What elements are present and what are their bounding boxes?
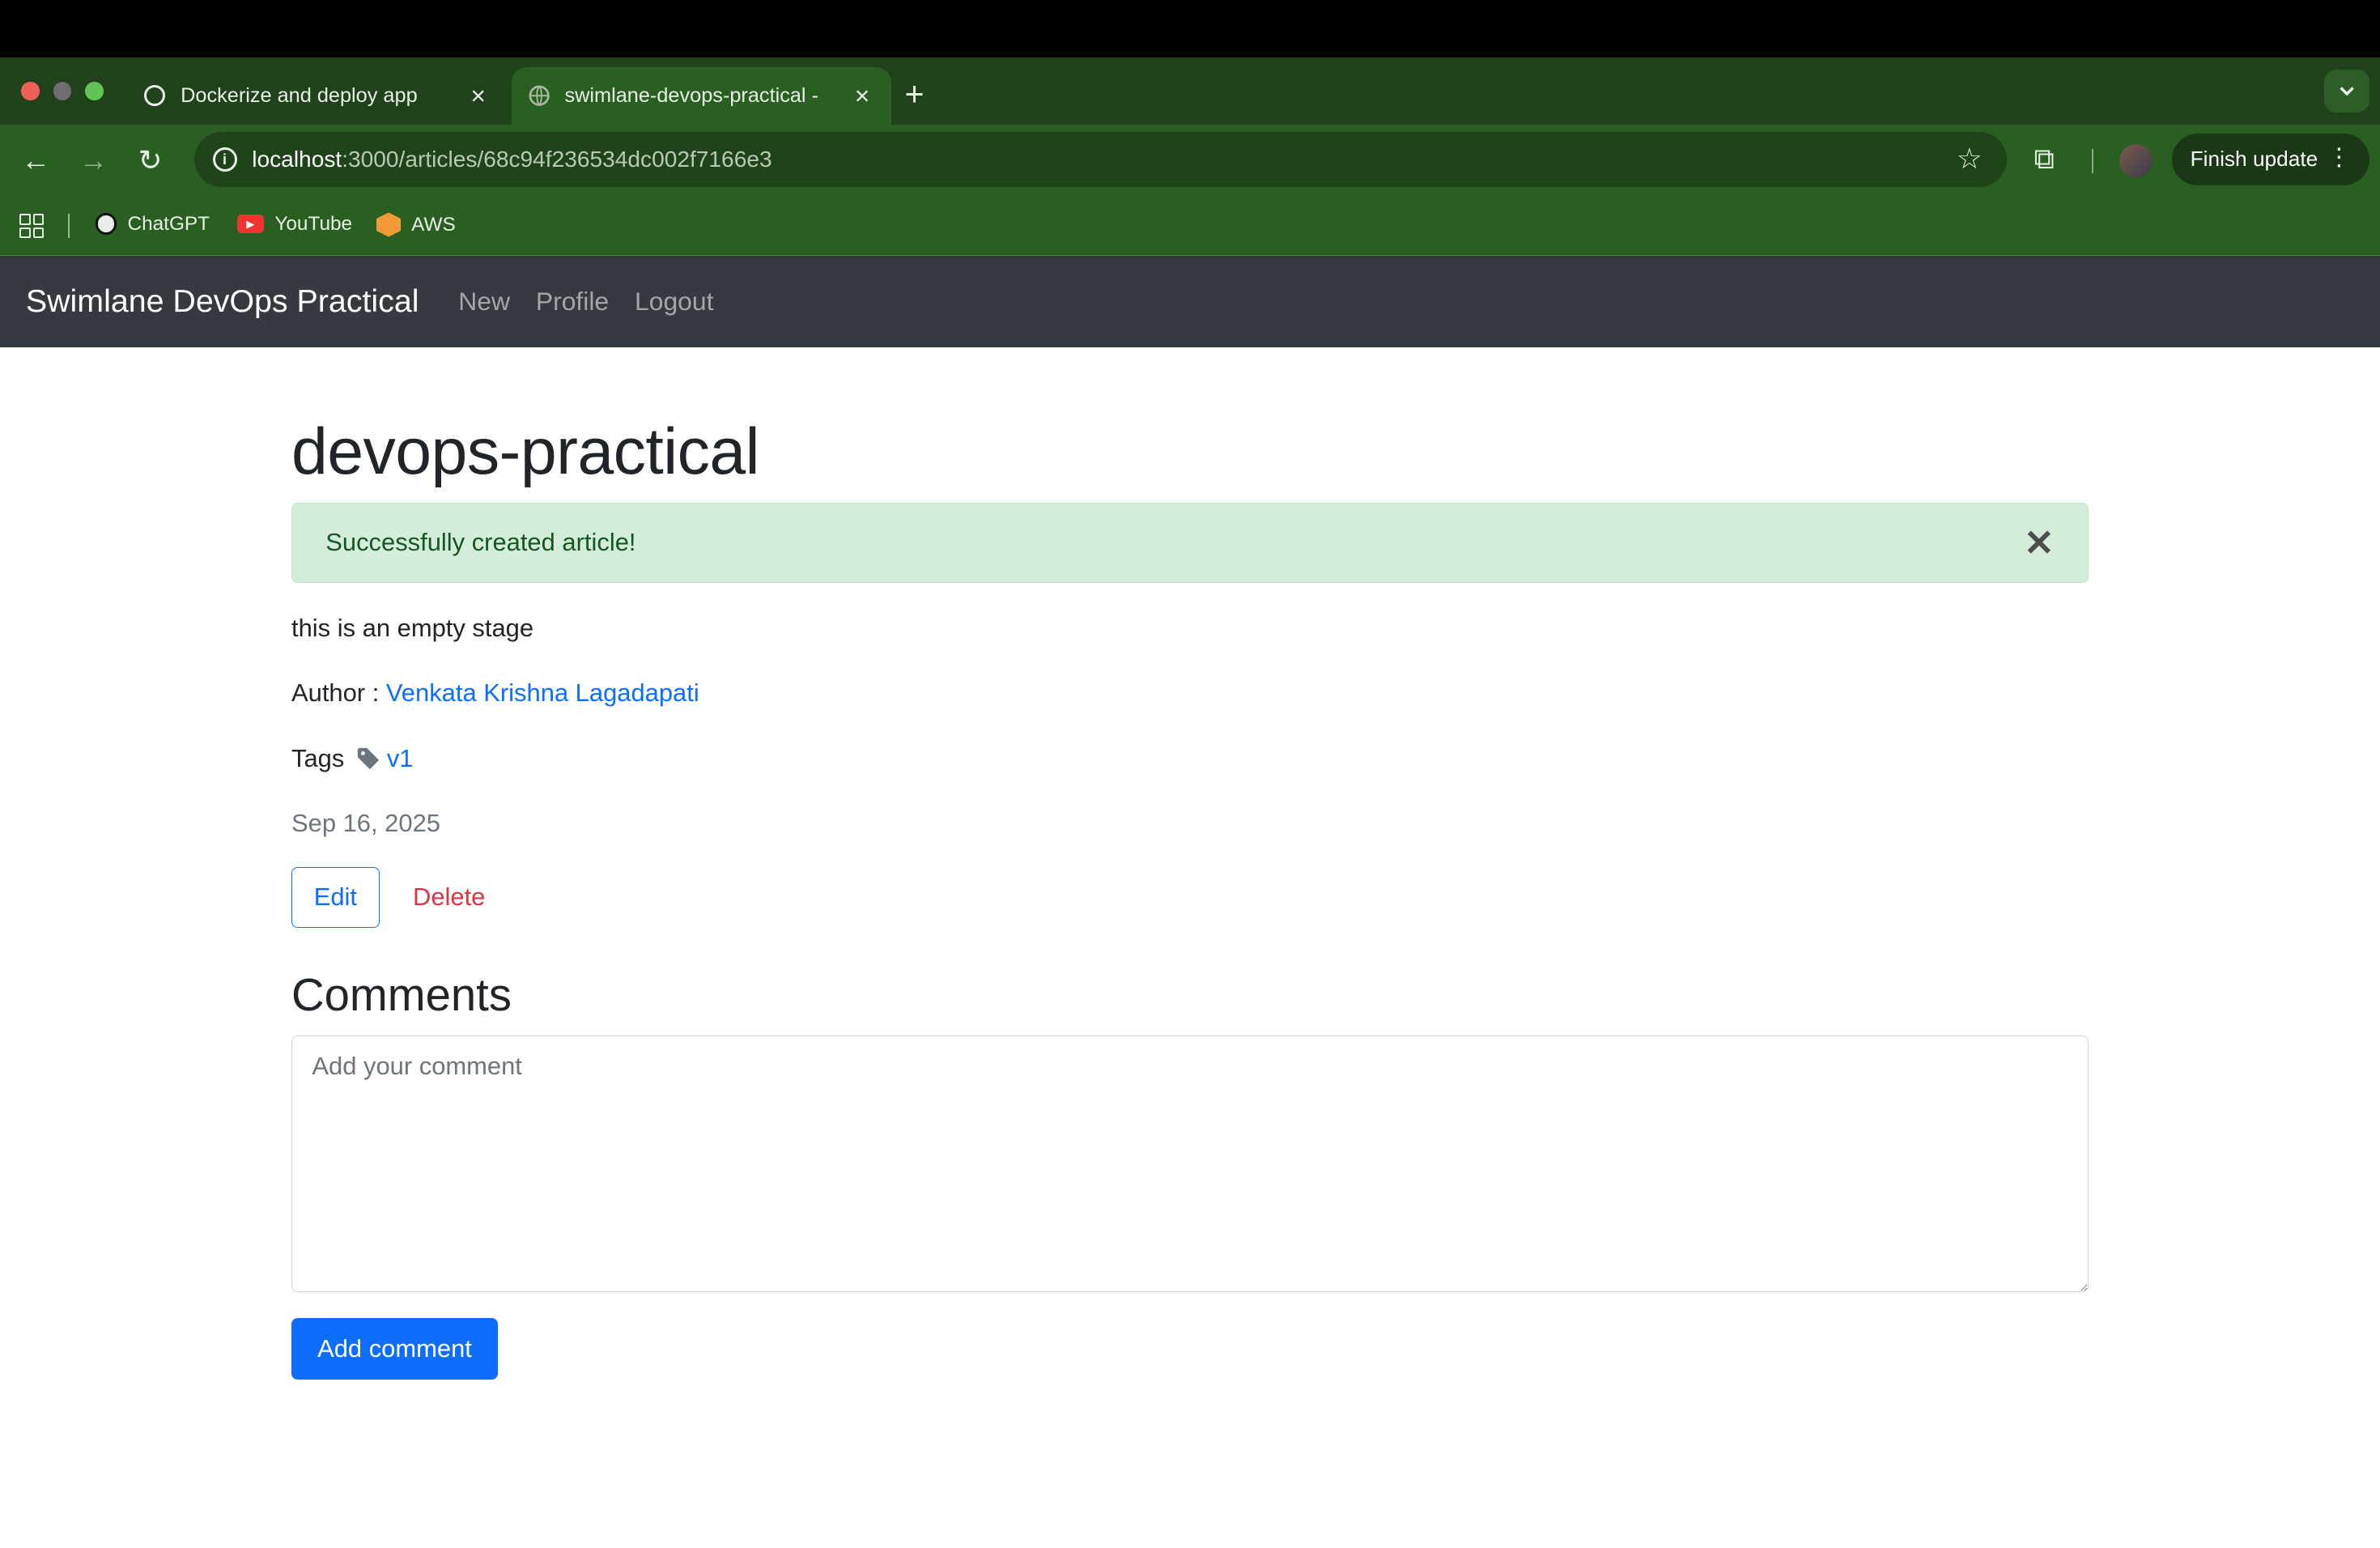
finish-update-label: Finish update [2190,147,2318,172]
tab-title: swimlane-devops-practical - [564,83,819,107]
article-body: this is an empty stage [291,613,534,642]
close-tab-icon[interactable]: × [465,81,492,111]
toolbar-divider [2091,148,2093,173]
bookmark-label: ChatGPT [127,212,210,235]
tag-icon [356,746,380,771]
chatgpt-icon [142,83,167,108]
profile-avatar[interactable] [2119,144,2153,178]
back-icon[interactable]: ← [21,144,50,177]
delete-button[interactable]: Delete [395,867,504,928]
bookmark-label: YouTube [274,212,353,235]
window-controls [21,82,104,100]
apps-grid-icon[interactable] [19,214,45,239]
forward-icon[interactable]: → [79,144,108,177]
address-bar[interactable]: i localhost:3000/articles/68c94f236534dc… [194,132,2007,187]
tab-swimlane[interactable]: swimlane-devops-practical - × [511,66,891,125]
close-tab-icon[interactable]: × [848,81,876,111]
comment-textarea[interactable] [291,1035,2089,1292]
success-alert: Successfully created article! ✕ [291,502,2089,583]
bookmark-chatgpt[interactable]: ChatGPT [96,213,210,236]
alert-message: Successfully created article! [325,528,636,557]
bookmarks-bar: ChatGPT ▶ YouTube AWS [0,198,2380,256]
tab-dockerize[interactable]: Dockerize and deploy app × [128,67,508,125]
tab-strip: Dockerize and deploy app × swimlane-devo… [0,57,2380,125]
extensions-icon[interactable]: ⧉ [2034,142,2055,176]
nav-link-new[interactable]: New [458,287,510,317]
menu-bar [0,0,2380,58]
close-icon[interactable]: ✕ [2024,521,2055,564]
minimize-window-button[interactable] [53,82,72,100]
close-window-button[interactable] [21,82,40,100]
bookmark-label: AWS [411,213,456,236]
tag-link[interactable]: v1 [387,744,414,773]
more-menu-icon[interactable]: ⋮ [2327,144,2351,172]
bookmarks-divider [68,214,70,239]
navbar-brand[interactable]: Swimlane DevOps Practical [26,283,419,320]
bookmark-aws[interactable]: AWS [376,212,456,237]
author-link[interactable]: Venkata Krishna Lagadapati [386,678,699,707]
add-comment-button[interactable]: Add comment [291,1317,498,1380]
site-info-icon[interactable]: i [212,147,237,172]
browser-chrome: Dockerize and deploy app × swimlane-devo… [0,57,2380,256]
nav-link-profile[interactable]: Profile [536,287,609,317]
tags-label: Tags [291,743,345,772]
aws-icon [376,212,401,237]
article-author: Author : Venkata Krishna Lagadapati [291,678,699,708]
author-label: Author : [291,678,386,708]
toolbar: ← → ↻ i localhost:3000/articles/68c94f23… [0,125,2380,198]
url-text[interactable]: localhost:3000/articles/68c94f236534dc00… [252,147,771,172]
comments-heading: Comments [291,969,512,1021]
tab-title: Dockerize and deploy app [181,83,418,107]
globe-icon [527,83,551,108]
bookmark-star-icon[interactable]: ☆ [1957,142,1983,176]
article-date: Sep 16, 2025 [291,809,440,838]
screen: Dockerize and deploy app × swimlane-devo… [0,0,2380,1547]
article-tags: Tags v1 [291,744,414,773]
chatgpt-icon [96,213,117,235]
bookmark-youtube[interactable]: ▶ YouTube [236,212,353,236]
maximize-window-button[interactable] [85,82,104,100]
tab-search-button[interactable] [2323,70,2369,113]
edit-button[interactable]: Edit [291,866,380,928]
reload-icon[interactable]: ↻ [138,144,163,177]
nav-link-logout[interactable]: Logout [635,287,713,317]
finish-update-button[interactable]: Finish update ⋮ [2172,134,2369,185]
article-title: devops-practical [291,415,760,488]
youtube-icon: ▶ [236,215,265,233]
new-tab-icon[interactable]: + [905,77,924,111]
app-navbar: Swimlane DevOps Practical New Profile Lo… [0,256,2380,347]
